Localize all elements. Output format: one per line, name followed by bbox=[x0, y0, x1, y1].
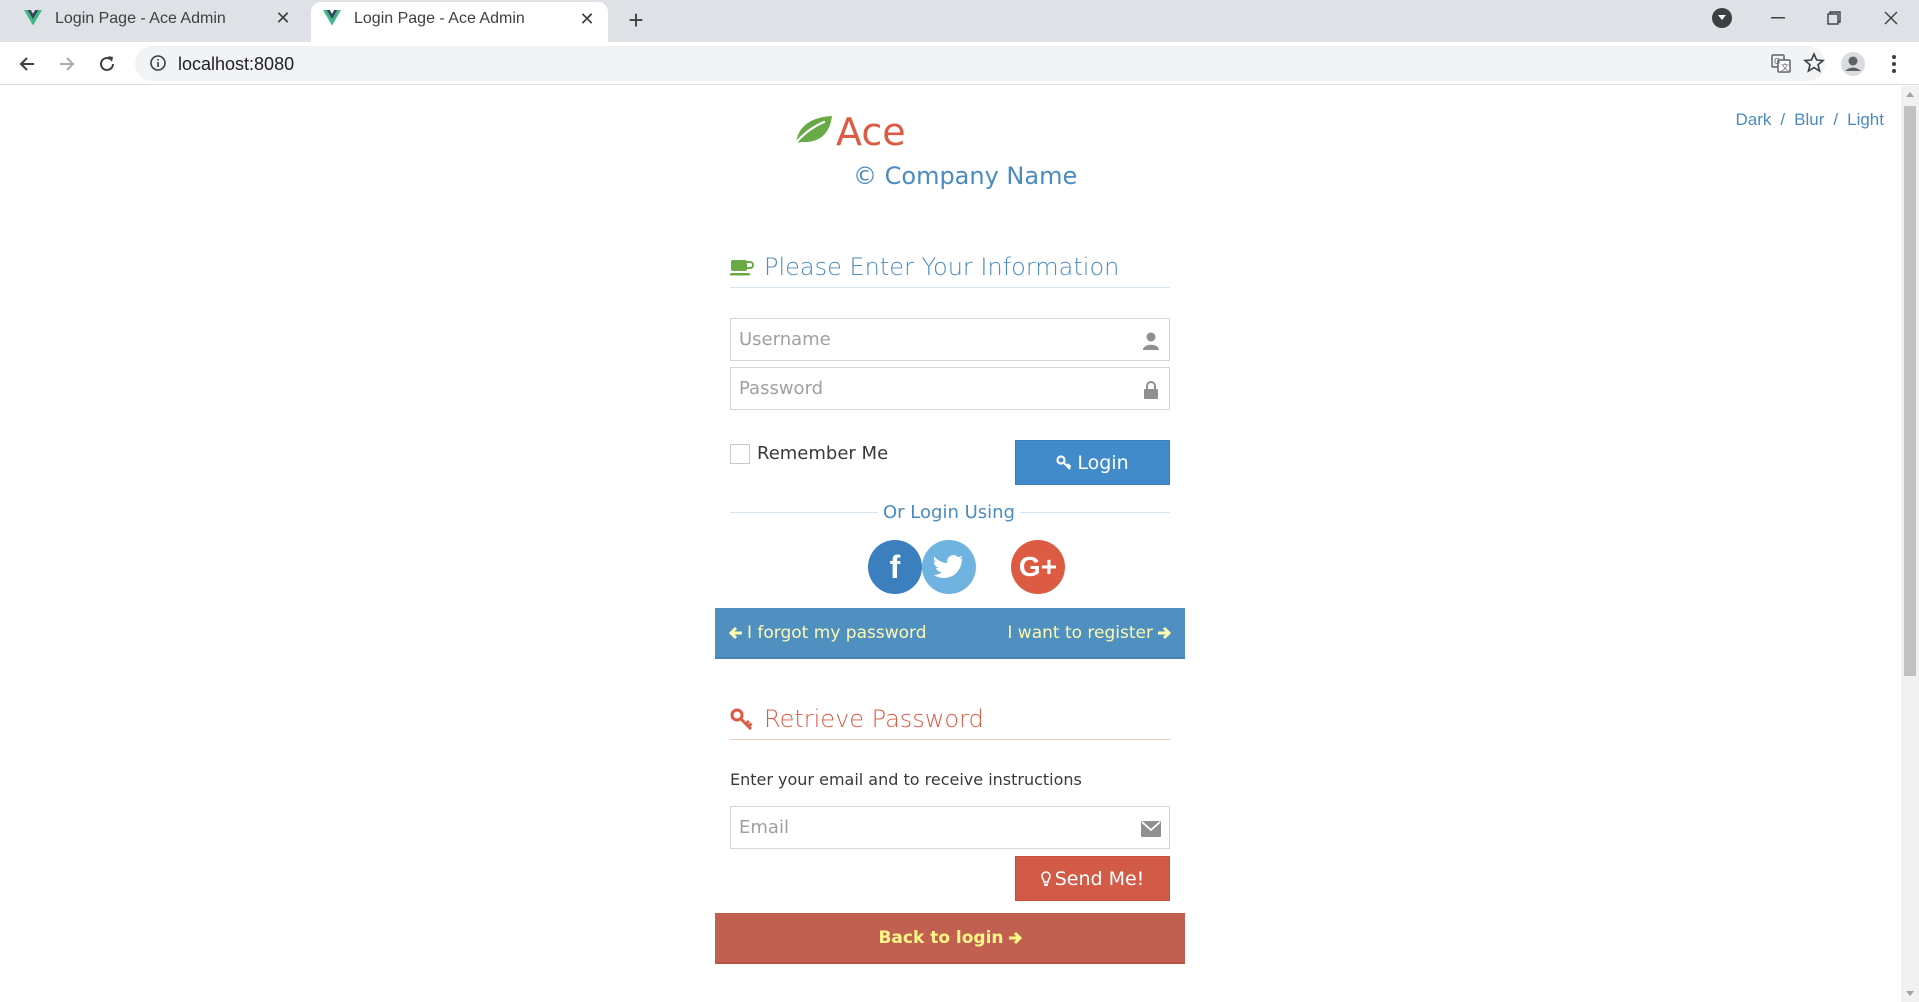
svg-text:G: G bbox=[1774, 57, 1780, 66]
company-name: © Company Name bbox=[853, 162, 1078, 190]
page-scrollbar[interactable] bbox=[1901, 86, 1919, 1002]
key-icon bbox=[1056, 454, 1072, 471]
theme-light-link[interactable]: Light bbox=[1847, 110, 1884, 129]
new-tab-button[interactable]: + bbox=[622, 5, 650, 35]
register-text: I want to register bbox=[1007, 622, 1153, 643]
tab-title: Login Page - Ace Admin bbox=[55, 10, 226, 27]
lock-icon bbox=[1141, 380, 1161, 400]
separator: / bbox=[1833, 110, 1839, 129]
coffee-icon bbox=[730, 257, 754, 277]
url-text: localhost:8080 bbox=[178, 54, 295, 74]
forgot-password-text: I forgot my password bbox=[747, 622, 927, 643]
arrow-right-icon bbox=[1157, 626, 1171, 640]
vue-logo-icon bbox=[24, 10, 42, 31]
twitter-button[interactable] bbox=[922, 540, 976, 594]
google-plus-button[interactable]: G+ bbox=[1011, 540, 1065, 594]
page-viewport: Dark / Blur / Light Ace © Company Name Pleas… bbox=[0, 86, 1901, 1002]
user-icon bbox=[1141, 331, 1161, 351]
brand: Ace bbox=[792, 110, 906, 154]
retrieve-instructions: Enter your email and to receive instruct… bbox=[730, 770, 1082, 789]
back-to-login-link[interactable]: Back to login bbox=[878, 927, 1022, 948]
login-heading-text: Please Enter Your Information bbox=[764, 252, 1120, 281]
browser-tab[interactable]: Login Page - Ace Admin ✕ bbox=[0, 0, 304, 42]
reload-icon[interactable] bbox=[93, 50, 121, 78]
retrieve-heading: Retrieve Password bbox=[730, 698, 1170, 740]
remember-label: Remember Me bbox=[757, 443, 889, 464]
browser-tab-bar: Login Page - Ace Admin ✕ Login Page - Ac… bbox=[0, 0, 1919, 42]
tab-search-icon[interactable] bbox=[1712, 8, 1732, 28]
browser-tab-active[interactable]: Login Page - Ace Admin ✕ bbox=[311, 2, 608, 42]
bookmark-star-icon[interactable] bbox=[1803, 51, 1825, 79]
leaf-icon bbox=[792, 113, 834, 152]
register-link[interactable]: I want to register bbox=[1007, 623, 1171, 643]
remember-checkbox[interactable] bbox=[730, 443, 750, 464]
login-button[interactable]: Login bbox=[1015, 440, 1170, 485]
send-me-label: Send Me! bbox=[1054, 867, 1145, 890]
envelope-icon bbox=[1141, 819, 1161, 839]
theme-switcher: Dark / Blur / Light bbox=[1736, 110, 1884, 130]
lightbulb-icon bbox=[1040, 870, 1051, 887]
close-icon[interactable]: ✕ bbox=[272, 7, 294, 29]
minimize-icon[interactable] bbox=[1750, 0, 1806, 36]
google-plus-icon: G+ bbox=[1018, 551, 1058, 582]
password-input[interactable] bbox=[731, 368, 1169, 409]
info-icon[interactable] bbox=[149, 54, 167, 77]
retrieve-heading-text: Retrieve Password bbox=[764, 704, 984, 733]
restore-icon[interactable] bbox=[1806, 0, 1862, 36]
email-field bbox=[730, 806, 1170, 849]
scroll-up-icon[interactable] bbox=[1906, 92, 1914, 97]
svg-text:文: 文 bbox=[1781, 62, 1789, 72]
forward-icon[interactable] bbox=[53, 50, 81, 78]
login-toolbar: I forgot my password I want to register bbox=[715, 608, 1185, 659]
theme-dark-link[interactable]: Dark bbox=[1736, 110, 1772, 129]
arrow-right-icon bbox=[1008, 931, 1022, 945]
username-field bbox=[730, 318, 1170, 361]
facebook-icon: f bbox=[889, 548, 901, 585]
key-icon bbox=[730, 708, 754, 730]
send-me-button[interactable]: Send Me! bbox=[1015, 856, 1170, 901]
login-heading: Please Enter Your Information bbox=[730, 246, 1170, 288]
facebook-button[interactable]: f bbox=[868, 540, 922, 594]
arrow-left-icon bbox=[729, 626, 743, 640]
vue-logo-icon bbox=[323, 10, 341, 31]
menu-kebab-icon[interactable] bbox=[1880, 50, 1908, 78]
translate-icon[interactable]: G文 bbox=[1771, 53, 1791, 78]
tab-title: Login Page - Ace Admin bbox=[354, 10, 525, 27]
or-login-using: Or Login Using bbox=[878, 499, 1020, 525]
separator: / bbox=[1780, 110, 1786, 129]
theme-blur-link[interactable]: Blur bbox=[1794, 110, 1824, 129]
scroll-down-icon[interactable] bbox=[1906, 991, 1914, 996]
back-toolbar: Back to login bbox=[715, 913, 1185, 964]
window-close-icon[interactable] bbox=[1863, 0, 1919, 36]
address-bar[interactable]: localhost:8080 G文 bbox=[135, 46, 1825, 81]
login-button-label: Login bbox=[1077, 451, 1129, 474]
browser-toolbar: localhost:8080 G文 bbox=[0, 42, 1919, 85]
remember-me[interactable]: Remember Me bbox=[730, 443, 888, 464]
forgot-password-link[interactable]: I forgot my password bbox=[729, 623, 927, 643]
back-to-login-text: Back to login bbox=[878, 927, 1004, 948]
password-field bbox=[730, 367, 1170, 410]
back-icon[interactable] bbox=[13, 50, 41, 78]
scrollbar-thumb[interactable] bbox=[1904, 106, 1916, 676]
profile-avatar-icon[interactable] bbox=[1839, 50, 1867, 78]
twitter-icon bbox=[934, 555, 964, 579]
close-icon[interactable]: ✕ bbox=[576, 8, 598, 30]
brand-name: Ace bbox=[836, 110, 906, 154]
username-input[interactable] bbox=[731, 319, 1169, 360]
email-input[interactable] bbox=[731, 807, 1169, 848]
